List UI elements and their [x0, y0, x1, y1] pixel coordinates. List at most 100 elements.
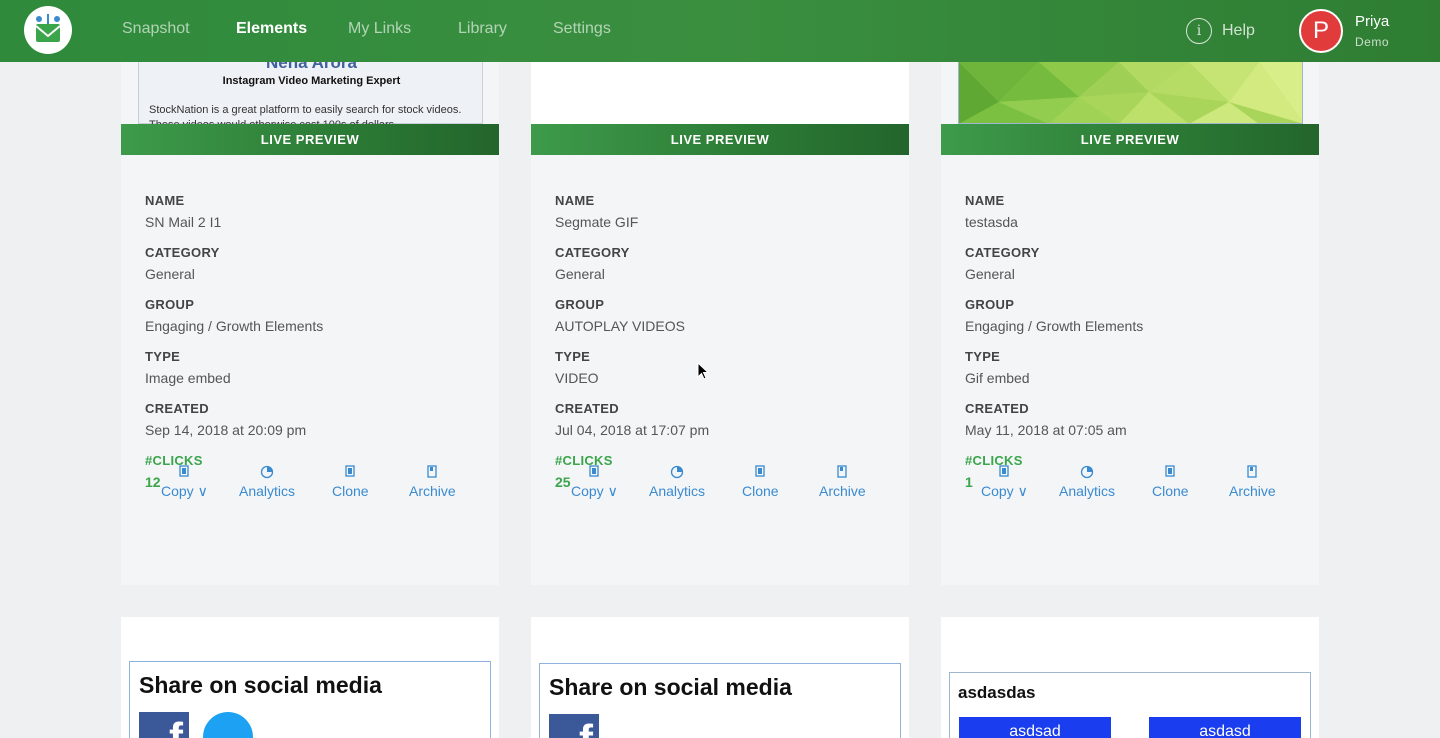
name-label: NAME — [555, 193, 595, 208]
twitter-icon — [203, 712, 253, 738]
type-label: TYPE — [965, 349, 1001, 364]
group-value: AUTOPLAY VIDEOS — [555, 318, 685, 334]
info-icon: i — [1186, 18, 1212, 44]
analytics-label: Analytics — [649, 483, 706, 499]
live-preview-button[interactable]: LIVE PREVIEW — [531, 124, 909, 155]
clone-label: Clone — [1152, 483, 1189, 499]
archive-button[interactable]: Archive — [409, 465, 456, 499]
analytics-label: Analytics — [239, 483, 296, 499]
copy-icon — [997, 465, 1011, 483]
nav-settings[interactable]: Settings — [553, 20, 611, 38]
widget-button-2[interactable]: asdasd — [1149, 717, 1301, 738]
name-value: testasda — [965, 214, 1018, 230]
name-value: SN Mail 2 I1 — [145, 214, 222, 230]
type-label: TYPE — [145, 349, 181, 364]
copy-icon — [177, 465, 191, 483]
clone-button[interactable]: Clone — [1152, 465, 1189, 499]
top-navbar: Snapshot Elements My Links Library Setti… — [0, 0, 1440, 62]
user-name[interactable]: Priya — [1355, 13, 1389, 30]
copy-label: Copy ∨ — [571, 483, 618, 499]
pie-chart-icon — [670, 465, 684, 483]
copy-label: Copy ∨ — [161, 483, 208, 499]
analytics-button[interactable]: Analytics — [239, 465, 295, 499]
archive-label: Archive — [819, 483, 866, 499]
widget-title: asdasdas — [958, 683, 1036, 702]
archive-icon — [1245, 465, 1259, 483]
archive-icon — [835, 465, 849, 483]
preview-person-role: Instagram Video Marketing Expert — [222, 75, 401, 87]
clicks-value: 25 — [555, 474, 571, 490]
element-card: Share on social media f — [121, 617, 499, 738]
clone-button[interactable]: Clone — [332, 465, 369, 499]
card-preview — [531, 62, 909, 124]
clone-label: Clone — [742, 483, 779, 499]
button-widget-preview: asdasdas asdsad asdasd — [949, 672, 1311, 738]
archive-label: Archive — [409, 483, 456, 499]
group-label: GROUP — [965, 297, 1015, 312]
green-poly-graphic — [959, 62, 1302, 123]
category-value: General — [555, 266, 605, 282]
widget-button-1[interactable]: asdsad — [959, 717, 1111, 738]
help-label: Help — [1222, 22, 1255, 39]
group-value: Engaging / Growth Elements — [145, 318, 324, 334]
element-card: asdasdas asdsad asdasd — [941, 617, 1319, 738]
nav-library[interactable]: Library — [458, 20, 507, 38]
element-card: Neha Arora Instagram Video Marketing Exp… — [121, 62, 499, 585]
category-value: General — [965, 266, 1015, 282]
element-card: Share on social media f — [531, 617, 909, 738]
analytics-button[interactable]: Analytics — [1059, 465, 1115, 499]
help-link[interactable]: i Help — [1186, 18, 1255, 44]
pie-chart-icon — [260, 465, 274, 483]
group-label: GROUP — [555, 297, 605, 312]
live-preview-button[interactable]: LIVE PREVIEW — [121, 124, 499, 155]
clone-button[interactable]: Clone — [742, 465, 779, 499]
share-title: Share on social media — [549, 674, 792, 700]
analytics-label: Analytics — [1059, 483, 1116, 499]
card-preview — [941, 62, 1319, 124]
copy-icon — [587, 465, 601, 483]
share-widget-preview: Share on social media f — [129, 661, 491, 738]
copy-button[interactable]: Copy ∨ — [981, 465, 1028, 500]
name-label: NAME — [145, 193, 185, 208]
clone-icon — [343, 465, 357, 483]
type-value: Image embed — [145, 370, 231, 386]
created-label: CREATED — [555, 401, 619, 416]
type-value: Gif embed — [965, 370, 1030, 386]
created-value: Sep 14, 2018 at 20:09 pm — [145, 422, 307, 438]
copy-button[interactable]: Copy ∨ — [571, 465, 618, 500]
live-preview-button[interactable]: LIVE PREVIEW — [941, 124, 1319, 155]
nav-snapshot[interactable]: Snapshot — [122, 20, 190, 38]
share-widget-preview: Share on social media f — [539, 663, 901, 738]
user-role: Demo — [1355, 35, 1390, 49]
nav-my-links[interactable]: My Links — [348, 20, 411, 38]
category-value: General — [145, 266, 195, 282]
type-label: TYPE — [555, 349, 591, 364]
avatar[interactable]: P — [1299, 9, 1343, 53]
mouse-cursor-icon — [697, 362, 709, 380]
copy-label: Copy ∨ — [981, 483, 1028, 499]
nav-elements[interactable]: Elements — [236, 20, 307, 38]
clone-icon — [1163, 465, 1177, 483]
type-value: VIDEO — [555, 370, 599, 386]
archive-icon — [425, 465, 439, 483]
created-label: CREATED — [145, 401, 209, 416]
copy-button[interactable]: Copy ∨ — [161, 465, 208, 500]
preview-text: StockNation is a great platform to easil… — [149, 104, 462, 124]
category-label: CATEGORY — [145, 245, 220, 260]
name-value: Segmate GIF — [555, 214, 639, 230]
pie-chart-icon — [1080, 465, 1094, 483]
archive-button[interactable]: Archive — [1229, 465, 1276, 499]
clicks-value: 12 — [145, 474, 161, 490]
app-logo[interactable] — [24, 6, 72, 54]
analytics-button[interactable]: Analytics — [649, 465, 705, 499]
archive-button[interactable]: Archive — [819, 465, 866, 499]
preview-person-name: Neha Arora — [265, 62, 357, 72]
group-value: Engaging / Growth Elements — [965, 318, 1144, 334]
created-label: CREATED — [965, 401, 1029, 416]
clone-label: Clone — [332, 483, 369, 499]
created-value: Jul 04, 2018 at 17:07 pm — [555, 422, 710, 438]
group-label: GROUP — [145, 297, 195, 312]
category-label: CATEGORY — [555, 245, 630, 260]
clone-icon — [753, 465, 767, 483]
name-label: NAME — [965, 193, 1005, 208]
